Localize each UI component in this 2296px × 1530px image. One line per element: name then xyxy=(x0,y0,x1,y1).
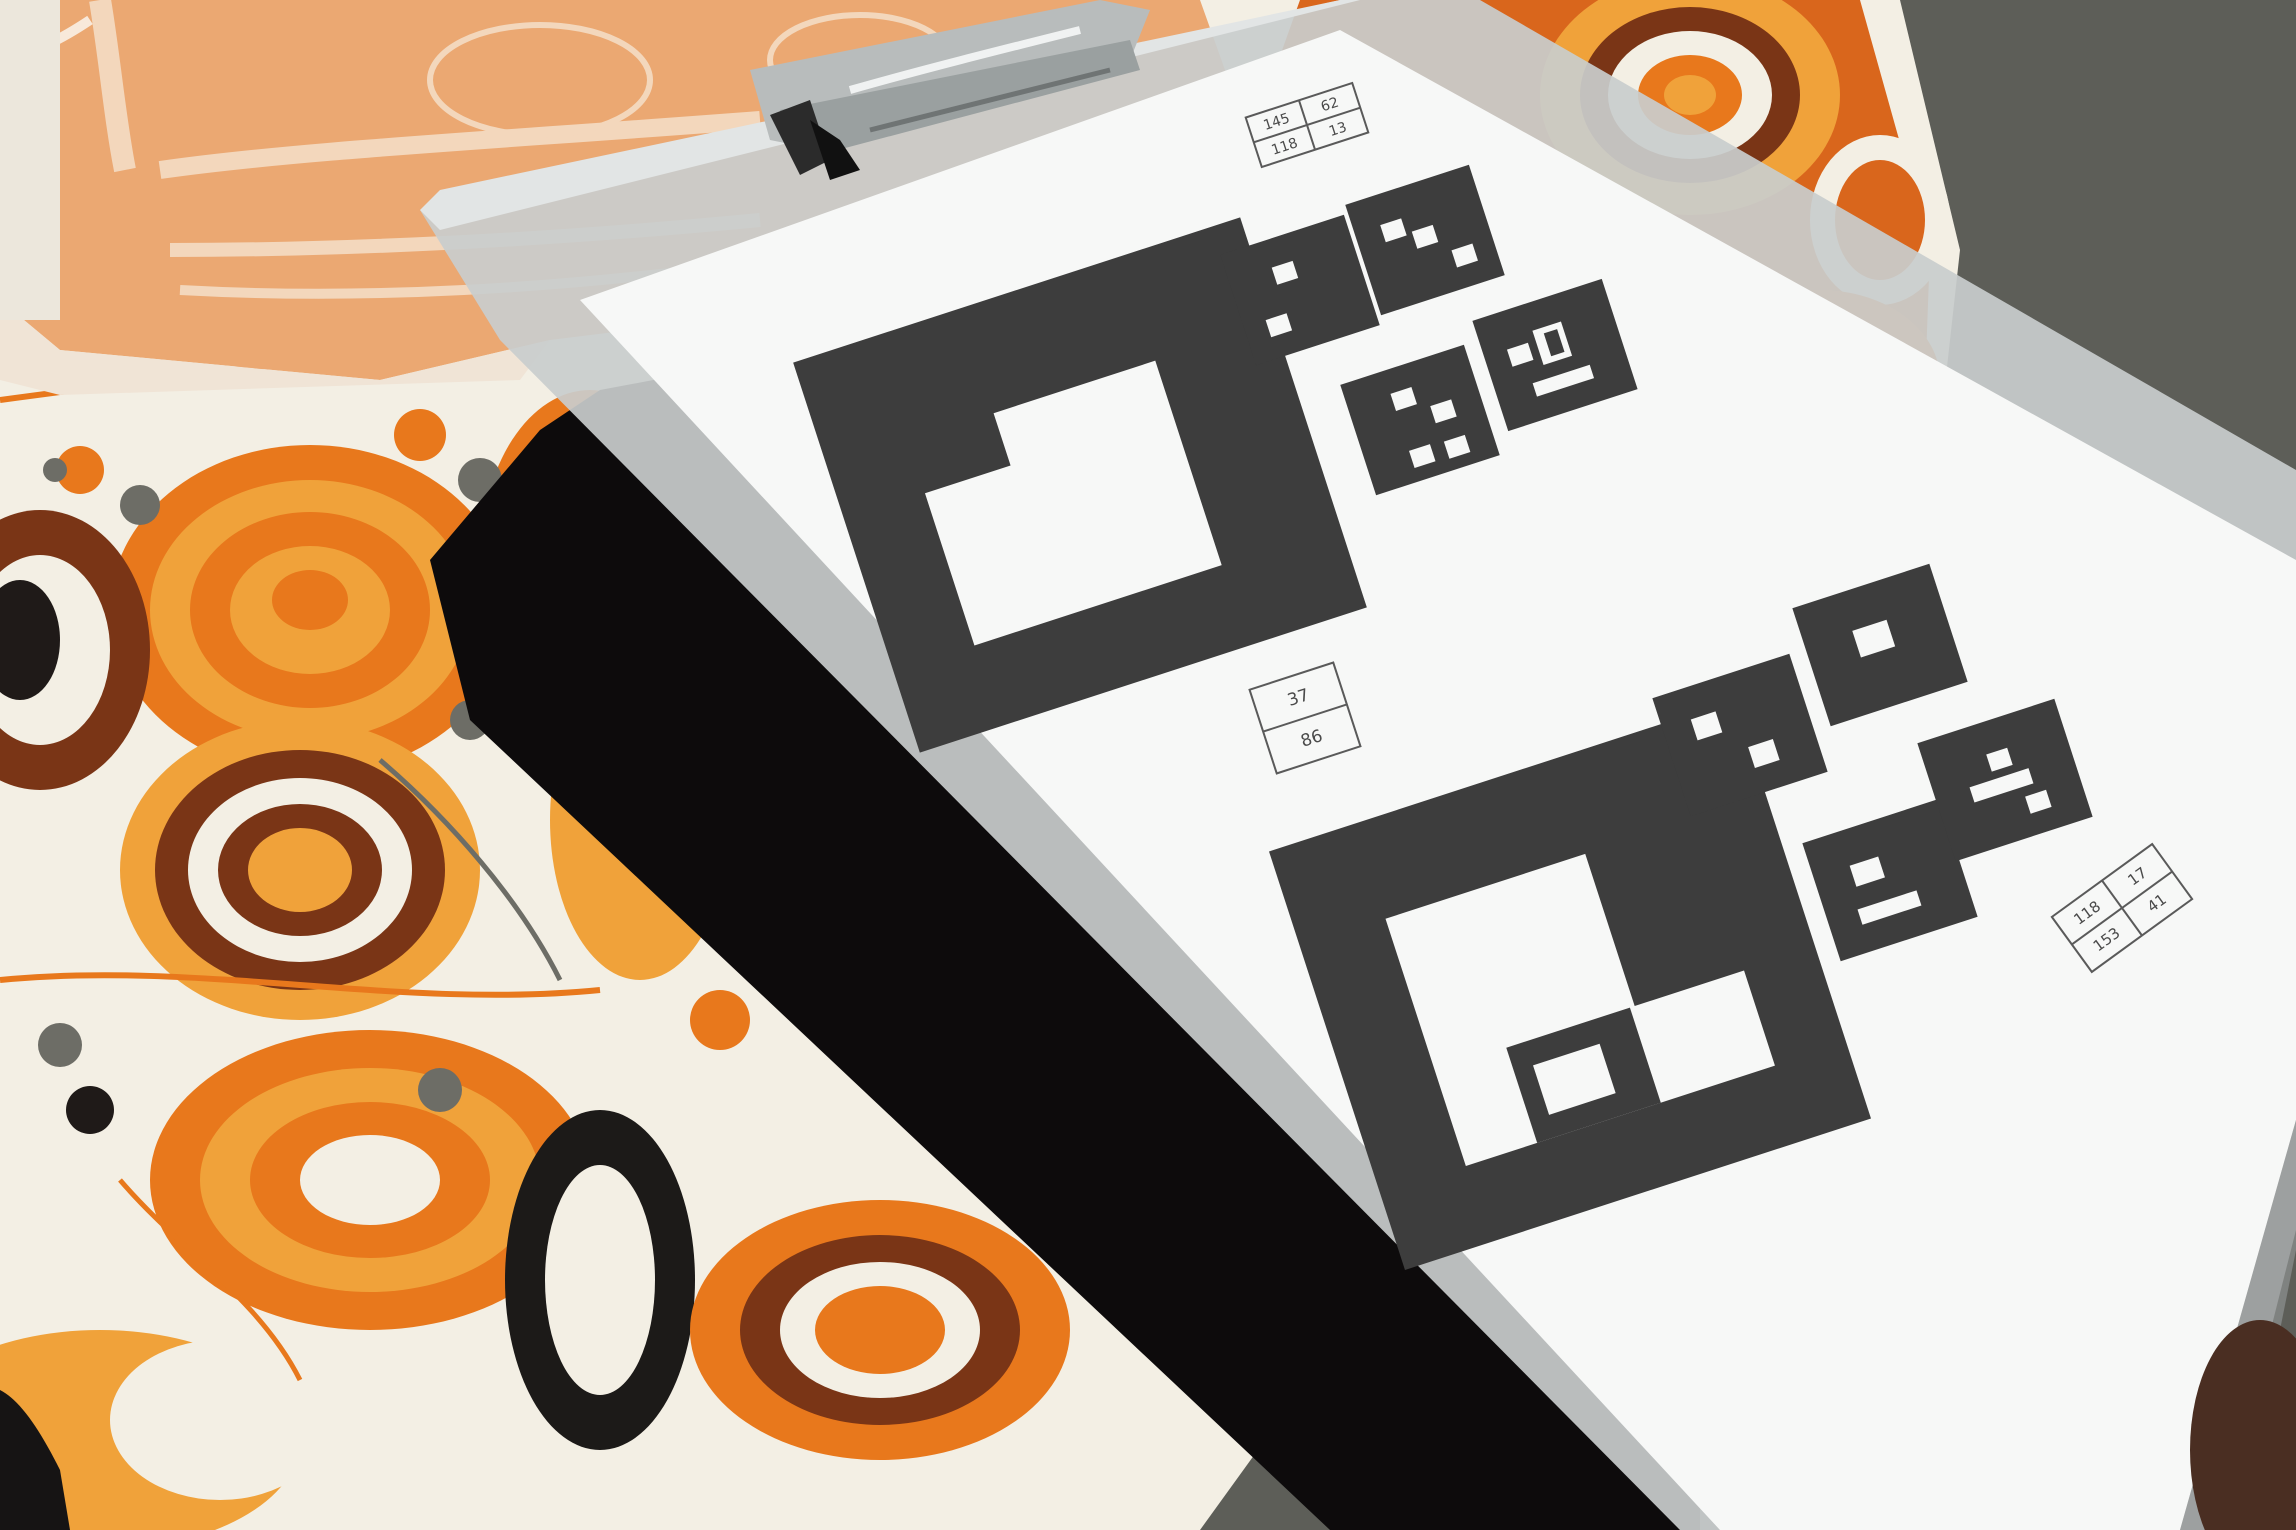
scene-svg: 145 62 118 13 37 86 118 17 153 41 xyxy=(0,0,2296,1530)
photo-scene: 145 62 118 13 37 86 118 17 153 41 xyxy=(0,0,2296,1530)
